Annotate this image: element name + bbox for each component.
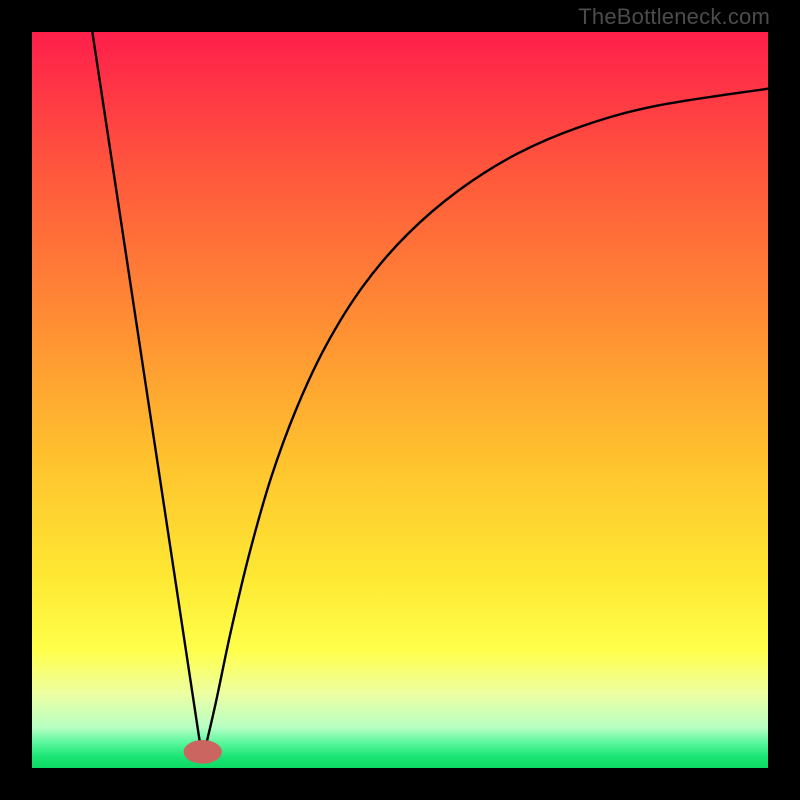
plot-area [32,32,768,768]
plot-svg [32,32,768,768]
chart-frame: TheBottleneck.com [0,0,800,800]
watermark-text: TheBottleneck.com [578,4,770,30]
gradient-background [32,32,768,768]
minimum-marker [184,740,222,764]
